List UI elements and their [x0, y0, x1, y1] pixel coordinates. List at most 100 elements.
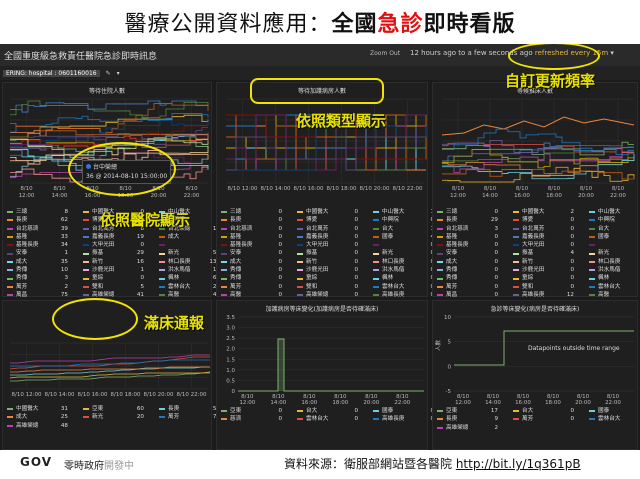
- legend-item[interactable]: 振基 4: [513, 249, 589, 257]
- legend-item[interactable]: 萬芳 0: [513, 415, 589, 423]
- legend-item[interactable]: 新光 0: [589, 249, 640, 257]
- legend-item[interactable]: 新竹 16: [83, 258, 159, 266]
- legend-item[interactable]: 萬芳 2: [7, 283, 83, 291]
- chart-icu-change[interactable]: 3.53.02.52.01.51.00.508/1012:008/1014:00…: [218, 311, 428, 405]
- legend-item[interactable]: 亞東 60: [83, 405, 159, 413]
- legend-item[interactable]: 博愛 0: [513, 216, 589, 224]
- legend-item[interactable]: 高醫 0: [221, 291, 297, 299]
- legend-item[interactable]: 台北慈濟 3: [437, 225, 513, 233]
- legend-item[interactable]: 高雄榮總 2: [437, 424, 513, 432]
- legend-item[interactable]: 秀傳 0: [437, 274, 513, 282]
- legend-item[interactable]: 三總 0: [437, 208, 513, 216]
- edit-icon[interactable]: ✎: [106, 70, 111, 77]
- legend-item[interactable]: 中國醫大 0: [297, 208, 373, 216]
- legend-item[interactable]: 台大 0: [297, 407, 373, 415]
- legend-item[interactable]: 雙和 0: [297, 283, 373, 291]
- legend-item[interactable]: 0: [589, 241, 640, 249]
- x-tick-label: 18:00: [546, 193, 562, 199]
- legend-item[interactable]: 基隆 0: [221, 233, 297, 241]
- legend-item[interactable]: 雙和 0: [513, 283, 589, 291]
- legend-item[interactable]: 中國醫大 2: [513, 208, 589, 216]
- legend-item[interactable]: 童綜 0: [513, 274, 589, 282]
- legend-item[interactable]: 雙和 5: [83, 283, 159, 291]
- legend-item[interactable]: 萬昌 75: [7, 291, 83, 299]
- legend-item[interactable]: 大甲光田 0: [297, 241, 373, 249]
- legend-swatch: [83, 219, 89, 222]
- legend-item[interactable]: 秀傳 10: [7, 266, 83, 274]
- legend-item[interactable]: 台北慈濟 0: [221, 225, 297, 233]
- zoom-out-button[interactable]: Zoom Out: [370, 50, 400, 57]
- legend-item[interactable]: 基隆 33: [7, 233, 83, 241]
- legend-item[interactable]: 振基 0: [297, 249, 373, 257]
- legend-item[interactable]: 博愛 0: [297, 216, 373, 224]
- legend-item[interactable]: 嘉義長庚 0: [297, 233, 373, 241]
- legend-item[interactable]: 三總 0: [221, 208, 297, 216]
- legend-item[interactable]: 中國醫大 31: [7, 405, 83, 413]
- legend-item[interactable]: 台大 0: [513, 407, 589, 415]
- legend-item[interactable]: 安泰 1: [7, 249, 83, 257]
- legend-item[interactable]: 成大 25: [7, 413, 83, 421]
- legend-item[interactable]: 高醫 0: [589, 291, 640, 299]
- legend-item[interactable]: 沙鹿光田 0: [297, 266, 373, 274]
- legend-item[interactable]: 台北萬芳 0: [297, 225, 373, 233]
- legend-item[interactable]: 中興院 0: [589, 216, 640, 224]
- legend-item[interactable]: 新竹 0: [513, 258, 589, 266]
- legend-item[interactable]: 台大 0: [589, 225, 640, 233]
- legend-item[interactable]: 安泰 0: [437, 249, 513, 257]
- legend-item[interactable]: 安泰 0: [221, 249, 297, 257]
- legend-item[interactable]: 基隆長庚 34: [7, 241, 83, 249]
- legend-item[interactable]: 慈濟 0: [221, 415, 297, 423]
- legend-item[interactable]: 成大 0: [221, 258, 297, 266]
- legend-item[interactable]: 亞東 0: [221, 407, 297, 415]
- legend-item[interactable]: 台北慈濟 39: [7, 225, 83, 233]
- legend-item[interactable]: 萬芳 0: [437, 283, 513, 291]
- legend-item[interactable]: 新光 20: [83, 413, 159, 421]
- hospital-filter[interactable]: ERING: hospital : 0601160016: [3, 69, 100, 77]
- legend-item[interactable]: 秀傳 3: [7, 274, 83, 282]
- legend-item[interactable]: 中山醫大 0: [589, 208, 640, 216]
- legend-item[interactable]: 長庚 0: [221, 216, 297, 224]
- legend-item[interactable]: 沙鹿光田 1: [83, 266, 159, 274]
- legend-item[interactable]: 高雄長庚 12: [513, 291, 589, 299]
- legend-item[interactable]: 大甲光田 0: [83, 241, 159, 249]
- legend-item[interactable]: 萬昌 0: [437, 291, 513, 299]
- legend-item[interactable]: 沙鹿光田 0: [513, 266, 589, 274]
- legend-item[interactable]: 秀傳 0: [221, 274, 297, 282]
- legend-item[interactable]: 秀傳 0: [437, 266, 513, 274]
- legend-item[interactable]: 林口長庚 0: [589, 258, 640, 266]
- legend-item[interactable]: 基隆長庚 0: [221, 241, 297, 249]
- legend-item[interactable]: 楓林 0: [589, 274, 640, 282]
- filter-chevron-icon[interactable]: ▾: [117, 70, 120, 77]
- legend-item[interactable]: 振基 29: [83, 249, 159, 257]
- legend-item[interactable]: 長庚 62: [7, 216, 83, 224]
- legend-item[interactable]: 雲林台大 0: [589, 283, 640, 291]
- legend-item[interactable]: 童綜 0: [83, 274, 159, 282]
- legend-item[interactable]: 雲林台大 0: [297, 415, 373, 423]
- legend-item[interactable]: 基隆長庚 0: [437, 241, 513, 249]
- legend-item[interactable]: 基隆 0: [437, 233, 513, 241]
- legend-item[interactable]: 台北萬芳 0: [513, 225, 589, 233]
- legend-item[interactable]: 嘉義長庚 0: [513, 233, 589, 241]
- legend-item[interactable]: 國泰 0: [589, 407, 640, 415]
- legend-item[interactable]: 秀傳 0: [221, 266, 297, 274]
- legend-item[interactable]: 洪水馬偕 0: [589, 266, 640, 274]
- legend-item[interactable]: 成大 0: [437, 258, 513, 266]
- legend-item[interactable]: 長庚 9: [437, 415, 513, 423]
- legend-item[interactable]: 成大 35: [7, 258, 83, 266]
- legend-item[interactable]: 新竹 0: [297, 258, 373, 266]
- legend-item[interactable]: 童綜 0: [297, 274, 373, 282]
- legend-item[interactable]: 國泰 0: [589, 233, 640, 241]
- legend-item[interactable]: 嘉義長庚 19: [83, 233, 159, 241]
- legend-item[interactable]: 亞東 17: [437, 407, 513, 415]
- legend-item[interactable]: 高雄榮總 0: [297, 291, 373, 299]
- legend-item[interactable]: 萬芳 0: [221, 283, 297, 291]
- legend-item[interactable]: 大甲光田 0: [513, 241, 589, 249]
- legend-item[interactable]: 三總 8: [7, 208, 83, 216]
- chart-bed-change[interactable]: 人數1050-58/1012:008/1014:008/1016:008/101…: [434, 311, 638, 405]
- legend-item[interactable]: 高雄榮總 48: [7, 422, 83, 430]
- legend-item[interactable]: 長庚 29: [437, 216, 513, 224]
- chart-waiting-consult[interactable]: 8/1012:008/1014:008/1016:008/1018:008/10…: [434, 95, 638, 205]
- x-tick-label: 8/10 16:00: [294, 186, 324, 192]
- legend-item[interactable]: 雲林台大 0: [589, 415, 640, 423]
- source-link[interactable]: http://bit.ly/1q361pB: [456, 457, 581, 471]
